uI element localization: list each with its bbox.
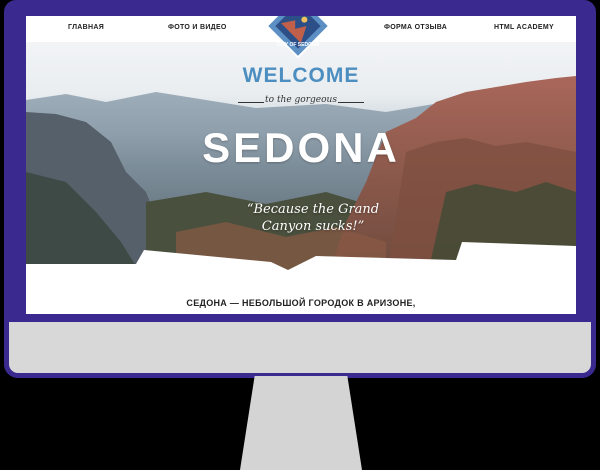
browser-screen: ГЛАВНАЯ ФОТО И ВИДЕО ФОРМА ОТЗЫВА HTML A… (26, 16, 576, 314)
monitor-chin (4, 322, 596, 378)
hero-welcome: WELCOME (242, 64, 360, 87)
monitor-stand (240, 376, 362, 470)
city-of-sedona-logo[interactable]: CITY OF SEDONA (262, 16, 334, 62)
decorative-line-right (338, 102, 364, 103)
hero-tagline: “Because the Grand Canyon sucks!” (218, 201, 408, 235)
svg-text:CITY OF SEDONA: CITY OF SEDONA (277, 42, 320, 48)
nav-link-feedback-form[interactable]: ФОРМА ОТЗЫВА (384, 24, 447, 31)
nav-link-html-academy[interactable]: HTML ACADEMY (494, 24, 554, 31)
nav-link-photo-video[interactable]: ФОТО И ВИДЕО (168, 24, 227, 31)
nav-link-home[interactable]: ГЛАВНАЯ (68, 24, 104, 31)
hero-tagline-line-2: Canyon sucks!” (261, 219, 365, 234)
hero-title: SEDONA (202, 124, 400, 171)
hero-tagline-line-1: “Because the Grand (246, 202, 380, 217)
hero-subwelcome: to the gorgeous (265, 95, 337, 105)
intro-heading: СЕДОНА — НЕБОЛЬШОЙ ГОРОДОК В АРИЗОНЕ, (186, 298, 416, 308)
